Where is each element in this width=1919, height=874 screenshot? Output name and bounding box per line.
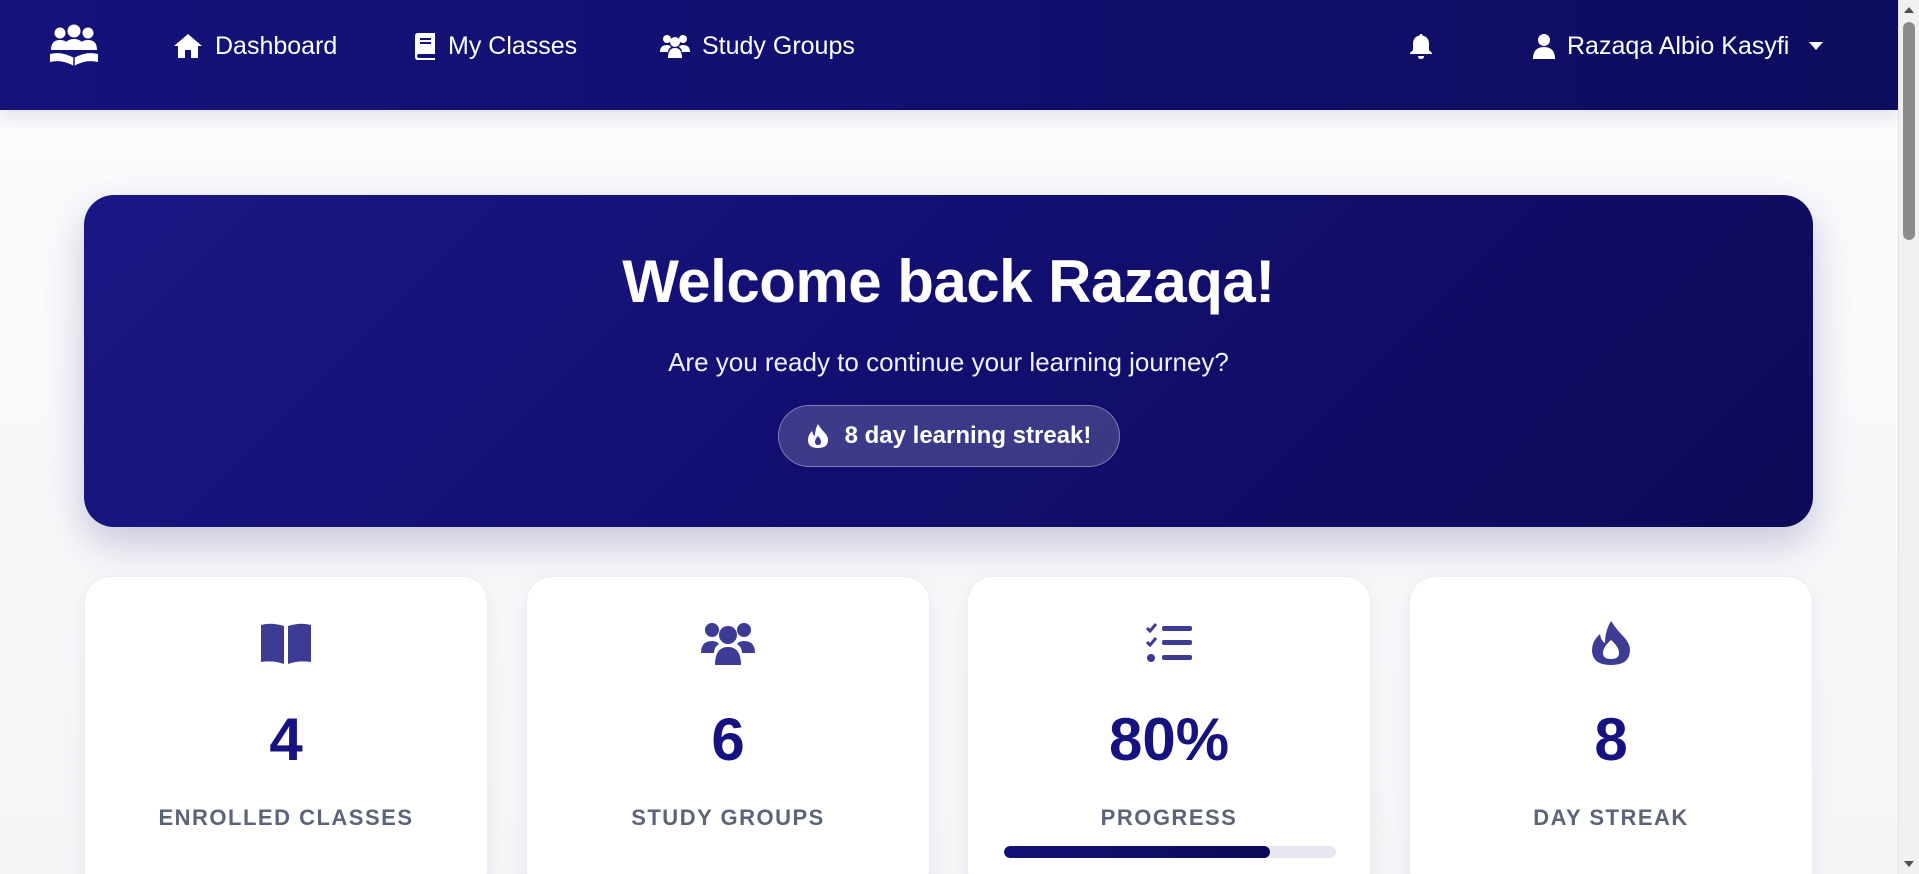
stat-card-day-streak: 8 DAY STREAK — [1409, 576, 1813, 874]
user-menu-dropdown[interactable]: Razaqa Albio Kasyfi — [1533, 0, 1824, 92]
nav-link-study-groups[interactable]: Study Groups — [660, 0, 855, 92]
open-book-icon — [85, 617, 487, 669]
streak-text: 8 day learning streak! — [844, 422, 1092, 449]
stat-card-study-groups: 6 STUDY GROUPS — [526, 576, 930, 874]
streak-badge: 8 day learning streak! — [778, 405, 1120, 467]
stat-label: ENROLLED CLASSES — [158, 805, 414, 830]
users-icon — [660, 35, 690, 58]
welcome-subtitle: Are you ready to continue your learning … — [668, 347, 1229, 377]
progress-bar-fill — [1004, 846, 1270, 858]
stat-value: 80% — [1108, 706, 1230, 773]
fire-icon — [807, 424, 828, 448]
scroll-up-arrow-icon[interactable] — [1904, 7, 1914, 13]
stat-value: 6 — [711, 706, 745, 773]
stat-value: 4 — [269, 706, 303, 773]
stat-label: PROGRESS — [1100, 805, 1238, 830]
user-name: Razaqa Albio Kasyfi — [1567, 31, 1790, 60]
scroll-down-arrow-icon[interactable] — [1904, 861, 1914, 867]
nav-link-label: My Classes — [448, 31, 578, 60]
nav-link-dashboard[interactable]: Dashboard — [173, 0, 337, 92]
bell-icon[interactable] — [1408, 32, 1434, 60]
fire-icon — [1410, 617, 1812, 669]
vertical-scrollbar[interactable] — [1898, 0, 1919, 874]
stat-label: DAY STREAK — [1533, 805, 1689, 830]
nav-link-label: Study Groups — [702, 31, 855, 60]
progress-bar — [1004, 846, 1336, 858]
app-viewport: Dashboard My Classes Study Groups Razaqa… — [0, 0, 1898, 874]
stat-label: STUDY GROUPS — [631, 805, 825, 830]
user-icon — [1533, 34, 1555, 59]
users-icon — [527, 617, 929, 669]
nav-link-label: Dashboard — [215, 31, 338, 60]
brand-logo-icon[interactable] — [48, 24, 100, 68]
stat-card-enrolled-classes: 4 ENROLLED CLASSES — [84, 576, 488, 874]
stat-value: 8 — [1594, 706, 1628, 773]
book-icon — [415, 33, 435, 60]
nav-link-my-classes[interactable]: My Classes — [414, 0, 577, 92]
scrollbar-thumb[interactable] — [1903, 22, 1915, 240]
chevron-down-icon — [1809, 42, 1824, 50]
home-icon — [174, 34, 202, 58]
tasks-list-icon — [968, 617, 1370, 669]
top-navbar: Dashboard My Classes Study Groups Razaqa… — [0, 0, 1898, 110]
stat-card-progress: 80% PROGRESS — [967, 576, 1371, 874]
welcome-title: Welcome back Razaqa! — [622, 248, 1275, 315]
welcome-hero-banner: Welcome back Razaqa! Are you ready to co… — [84, 195, 1813, 527]
